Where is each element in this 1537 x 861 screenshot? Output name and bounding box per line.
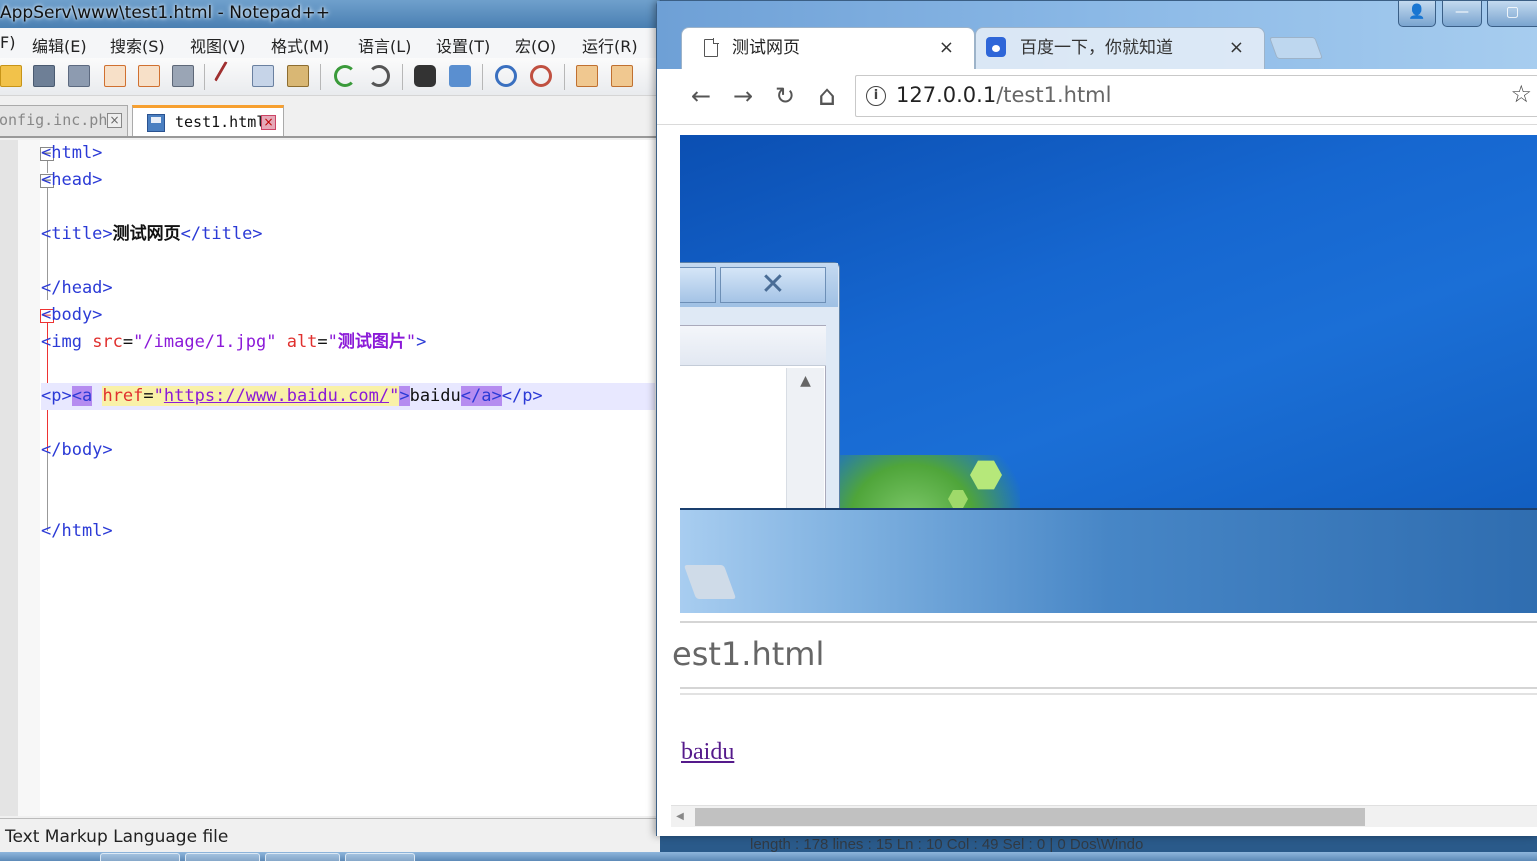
horizontal-scrollbar[interactable]: ◀ — [671, 805, 1537, 827]
tab-test1-html[interactable]: test1.html × — [132, 105, 284, 136]
save-all-icon[interactable] — [68, 65, 90, 87]
zoom-out-icon[interactable] — [530, 65, 552, 87]
notepad-titlebar[interactable]: AppServ\www\test1.html - Notepad++ — [0, 0, 660, 28]
profile-icon[interactable]: 👤 — [1398, 1, 1436, 27]
menu-format[interactable]: 格式(M) — [271, 33, 329, 57]
code-line: <html> — [41, 143, 103, 163]
replace-icon[interactable] — [449, 65, 471, 87]
reload-icon[interactable]: ↻ — [770, 81, 800, 111]
redo-icon[interactable] — [368, 65, 390, 87]
close-icon[interactable]: × — [261, 115, 276, 130]
site-info-icon[interactable]: i — [866, 86, 886, 106]
bookmark-star-icon[interactable]: ☆ — [1510, 80, 1532, 108]
code-line: <body> — [41, 305, 103, 325]
menu-settings[interactable]: 设置(T) — [436, 33, 490, 57]
taskbar-button[interactable] — [265, 853, 340, 861]
url-text: 127.0.0.1/test1.html — [896, 83, 1112, 107]
close-icon[interactable]: × — [939, 28, 954, 68]
new-tab-button[interactable] — [1268, 37, 1324, 59]
menu-file[interactable]: F) — [0, 33, 15, 52]
close-file-icon[interactable] — [104, 65, 126, 87]
image-dialog-window: ✕ ▲ — [680, 262, 840, 528]
baidu-link[interactable]: baidu — [681, 739, 734, 766]
page-viewport: ✕ ▲ est1.html baidu ◀ — [657, 125, 1537, 836]
code-line: <title>测试网页</title> — [41, 224, 263, 244]
open-file-icon[interactable] — [0, 65, 22, 87]
notepad-title: AppServ\www\test1.html - Notepad++ — [0, 3, 330, 23]
image-scroll-up-icon: ▲ — [786, 368, 824, 528]
tab-label: 百度一下，你就知道 — [1020, 38, 1173, 58]
statusbar-partial: length : 178 lines : 15 Ln : 10 Col : 49… — [750, 836, 1144, 853]
tab-baidu[interactable]: 百度一下，你就知道 × — [975, 27, 1265, 69]
code-line: <img src="/image/1.jpg" alt="测试图片"> — [41, 332, 427, 352]
forward-icon[interactable]: → — [728, 81, 758, 111]
menu-macro[interactable]: 宏(O) — [515, 33, 556, 57]
back-icon[interactable]: ← — [686, 81, 716, 111]
maximize-button[interactable]: ▢ — [1487, 1, 1537, 27]
image-taskbar — [680, 508, 1537, 613]
save-icon[interactable] — [33, 65, 55, 87]
scroll-left-icon[interactable]: ◀ — [671, 809, 689, 825]
notepad-toolbar — [0, 58, 660, 96]
address-bar[interactable]: i 127.0.0.1/test1.html ☆ — [855, 75, 1537, 117]
image-address-strip: est1.html — [672, 621, 1537, 689]
notepad-window: AppServ\www\test1.html - Notepad++ F) 编辑… — [0, 0, 660, 861]
menu-language[interactable]: 语言(L) — [358, 33, 411, 57]
notepad-statusbar: Text Markup Language file — [0, 818, 660, 854]
tab-label: test1.html — [175, 113, 266, 131]
browser-window: 👤 — ▢ 测试网页 × 百度一下，你就知道 × ← → ↻ ⌂ i 127.0… — [656, 0, 1537, 836]
copy-icon[interactable] — [252, 65, 274, 87]
baidu-favicon-icon — [986, 37, 1006, 57]
close-icon[interactable]: × — [107, 113, 122, 128]
menu-edit[interactable]: 编辑(E) — [32, 33, 87, 57]
menu-view[interactable]: 视图(V) — [190, 33, 245, 57]
minimize-button[interactable]: — — [1442, 1, 1482, 27]
line-number-gutter — [0, 140, 18, 816]
page-image: ✕ ▲ — [680, 135, 1537, 613]
scrollbar-thumb[interactable] — [695, 808, 1365, 826]
file-type-label: Text Markup Language file — [5, 827, 229, 847]
image-maximize-icon — [680, 267, 716, 303]
notepad-menubar: F) 编辑(E) 搜索(S) 视图(V) 格式(M) 语言(L) 设置(T) 宏… — [0, 28, 660, 58]
browser-tabstrip: 👤 — ▢ 测试网页 × 百度一下，你就知道 × — [657, 1, 1537, 69]
menu-search[interactable]: 搜索(S) — [110, 33, 165, 57]
tab-config-inc-php[interactable]: onfig.inc.php × — [0, 105, 128, 136]
notepad-tabbar: onfig.inc.php × test1.html × — [0, 100, 660, 138]
taskbar-button[interactable] — [100, 853, 180, 861]
code-line-current: <p><a href="https://www.baidu.com/">baid… — [41, 383, 655, 410]
cut-icon[interactable] — [213, 60, 245, 92]
image-address-text: est1.html — [672, 635, 825, 673]
code-line: </html> — [41, 521, 113, 541]
desktop: AppServ\www\test1.html - Notepad++ F) 编辑… — [0, 0, 1537, 861]
saved-file-icon — [147, 114, 165, 132]
tab-label: 测试网页 — [732, 38, 800, 58]
find-icon[interactable] — [414, 65, 436, 87]
taskbar-button[interactable] — [345, 853, 415, 861]
code-line: <head> — [41, 170, 103, 190]
close-icon[interactable]: × — [1229, 28, 1244, 68]
zoom-in-icon[interactable] — [495, 65, 517, 87]
undo-icon[interactable] — [334, 65, 356, 87]
code-line: </head> — [41, 278, 113, 298]
tab-label: onfig.inc.php — [0, 111, 117, 129]
taskbar-button[interactable] — [185, 853, 260, 861]
image-close-icon: ✕ — [720, 267, 826, 303]
tab-test-page[interactable]: 测试网页 × — [681, 27, 975, 69]
paste-icon[interactable] — [287, 65, 309, 87]
close-all-icon[interactable] — [138, 65, 160, 87]
fold-margin: − − − — [18, 140, 54, 816]
code-editor[interactable]: − − − <html> <head> <title>测试网页</title> … — [0, 140, 660, 816]
sync-horizontal-icon[interactable] — [611, 65, 633, 87]
home-icon[interactable]: ⌂ — [812, 81, 842, 111]
sync-vertical-icon[interactable] — [576, 65, 598, 87]
print-icon[interactable] — [172, 65, 194, 87]
code-line: </body> — [41, 440, 113, 460]
page-icon — [704, 38, 719, 57]
menu-run[interactable]: 运行(R) — [582, 33, 638, 57]
browser-toolbar: ← → ↻ ⌂ i 127.0.0.1/test1.html ☆ — [657, 69, 1537, 125]
